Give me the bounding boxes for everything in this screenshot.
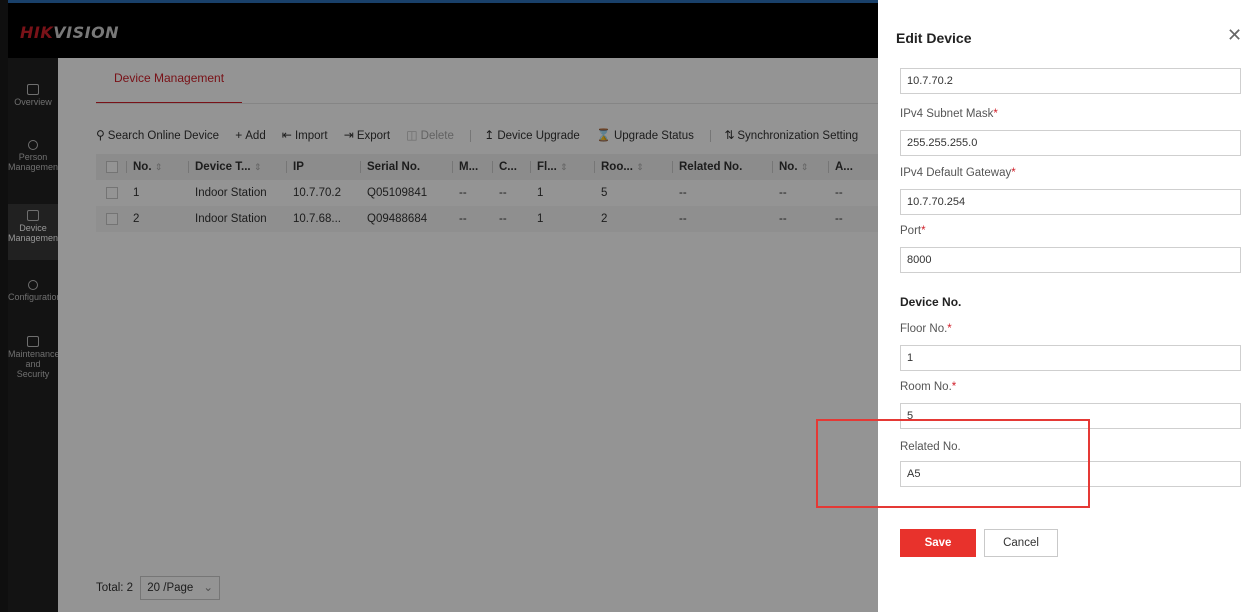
default-gateway-label: IPv4 Default Gateway* bbox=[900, 167, 1016, 179]
required-mark: * bbox=[993, 108, 998, 120]
port-input[interactable]: 8000 bbox=[900, 247, 1241, 273]
highlight-annotation bbox=[816, 419, 1090, 508]
modal-overlay[interactable] bbox=[0, 0, 878, 612]
drawer-title: Edit Device bbox=[896, 30, 972, 46]
subnet-mask-label: IPv4 Subnet Mask* bbox=[900, 108, 998, 120]
close-icon[interactable]: ✕ bbox=[1227, 26, 1242, 44]
subnet-mask-input[interactable]: 255.255.255.0 bbox=[900, 130, 1241, 156]
required-mark: * bbox=[947, 323, 952, 335]
room-no-label: Room No.* bbox=[900, 381, 957, 393]
default-gateway-input[interactable]: 10.7.70.254 bbox=[900, 189, 1241, 215]
required-mark: * bbox=[1011, 167, 1016, 179]
save-button[interactable]: Save bbox=[900, 529, 976, 557]
edit-device-drawer: Edit Device ✕ 10.7.70.2 IPv4 Subnet Mask… bbox=[878, 0, 1253, 612]
cancel-button[interactable]: Cancel bbox=[984, 529, 1058, 557]
port-label: Port* bbox=[900, 225, 926, 237]
ip-address-input[interactable]: 10.7.70.2 bbox=[900, 68, 1241, 94]
required-mark: * bbox=[951, 381, 957, 393]
floor-no-input[interactable]: 1 bbox=[900, 345, 1241, 371]
floor-no-label: Floor No.* bbox=[900, 323, 952, 335]
required-mark: * bbox=[921, 225, 926, 237]
section-device-no: Device No. bbox=[900, 295, 962, 309]
